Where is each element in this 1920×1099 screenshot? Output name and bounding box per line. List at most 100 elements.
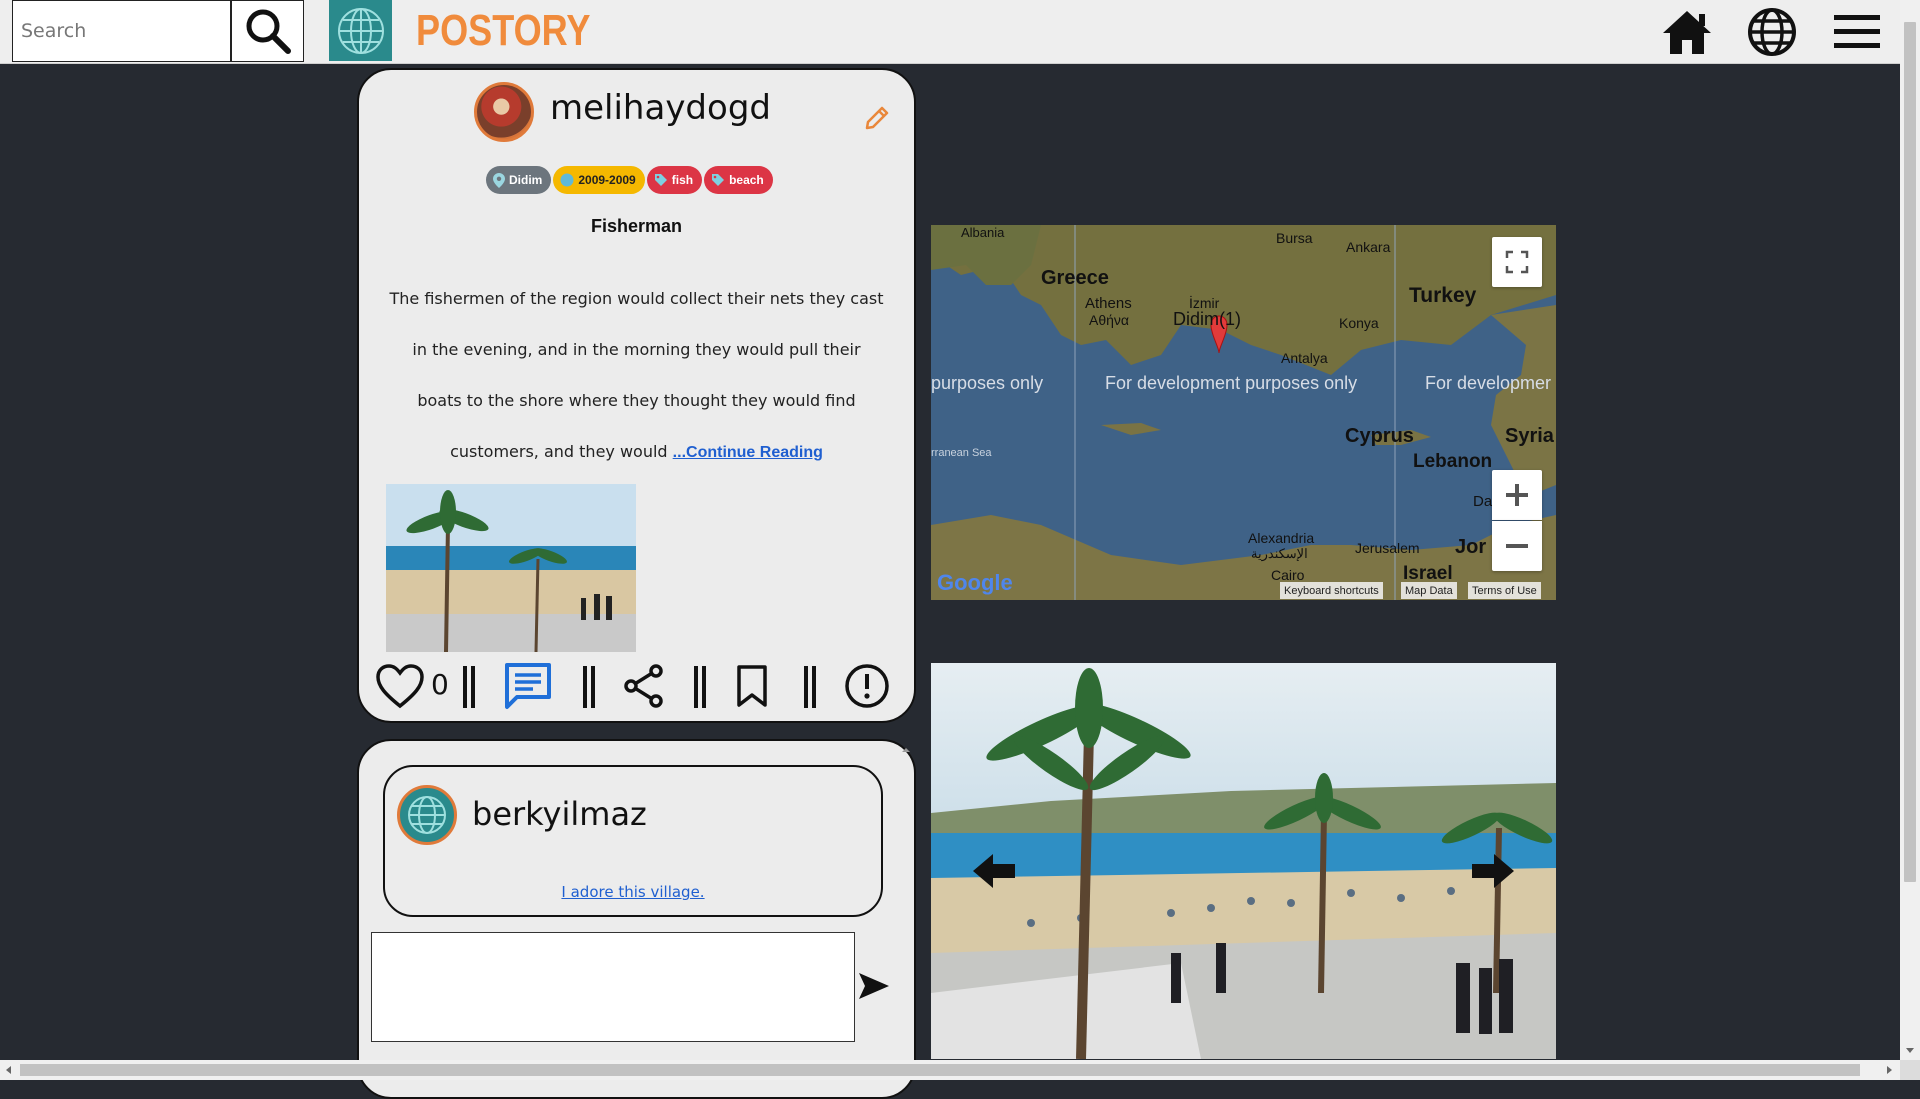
map-fullscreen-button[interactable] [1492,237,1542,287]
map-terms-link[interactable]: Terms of Use [1468,582,1541,599]
keyword-tag-fish[interactable]: fish [646,166,703,194]
google-logo[interactable]: Google [937,570,1013,596]
post-author-avatar[interactable] [474,82,534,142]
post-title: Fisherman [590,216,683,236]
beach-photo-image [931,663,1556,1059]
keyword-tag-label: fish [671,173,694,187]
search-icon [246,9,291,54]
alert-icon [845,664,889,708]
map-widget[interactable]: Albania Greece Athens Αθήνα Bursa Ankara… [931,225,1556,600]
share-icon [624,664,663,708]
comment-button[interactable] [502,658,554,714]
post-author-username[interactable]: melihaydogd [550,88,771,128]
comment-text[interactable]: I adore this village. [385,883,881,901]
map-label: Syria [1505,425,1554,447]
photo-carousel [931,663,1556,1059]
bookmark-button[interactable] [732,658,772,714]
comment-textarea[interactable] [371,932,855,1042]
report-button[interactable] [842,658,892,714]
like-count: 0 [431,668,449,701]
comments-card: berkyilmaz I adore this village. [357,739,916,1099]
map-label: Cairo [1271,567,1305,583]
map-label: Da [1473,493,1493,510]
comment-author-username[interactable]: berkyilmaz [472,795,647,833]
google-logo-text: Google [937,570,1013,595]
fullscreen-icon [1505,250,1529,274]
map-watermark: For developmer [1425,373,1552,393]
map-label: Lebanon [1413,451,1493,472]
brand-name[interactable]: POSTORY [416,6,590,56]
map-label: Albania [961,225,1005,240]
tag-icon [712,174,725,186]
scrollbar-corner [1900,1060,1920,1080]
map-data-link[interactable]: Map Data [1401,582,1457,599]
beach-thumbnail-image [386,484,636,652]
home-button[interactable] [1659,4,1715,60]
post-card: melihaydogd Didim 2009-2009 fish beach F… [357,68,963,723]
search-button[interactable] [231,0,304,62]
map-watermark: purposes only [931,373,1044,393]
tag-icon [654,174,667,186]
map-keyboard-shortcuts-link[interactable]: Keyboard shortcuts [1280,582,1383,599]
post-thumbnail[interactable] [386,484,636,652]
edit-pencil-icon[interactable] [863,104,891,132]
action-separator [580,666,598,708]
horizontal-scroll-thumb[interactable] [20,1064,1860,1076]
map-label: Alexandria [1248,530,1315,546]
globe-logo-icon [337,7,384,54]
scroll-down-icon[interactable] [1904,1046,1916,1056]
map-label: Antalya [1281,350,1328,366]
menu-icon [1834,15,1880,48]
page-horizontal-scrollbar[interactable] [0,1060,1900,1080]
vertical-scroll-thumb[interactable] [1904,22,1916,882]
keyword-tag-beach[interactable]: beach [704,166,773,194]
clock-icon [560,173,574,187]
action-separator [801,666,819,708]
send-icon[interactable] [857,969,891,1003]
search-input[interactable] [12,0,231,62]
comment-icon [505,663,551,709]
post-body: The fishermen of the region would collec… [389,273,884,478]
post-actions-bar: 0 [374,658,963,714]
like-button[interactable] [374,658,426,714]
date-tag[interactable]: 2009-2009 [553,166,645,194]
map-label: Jor [1455,536,1487,558]
explore-button[interactable] [1744,4,1800,60]
post-tags: Didim 2009-2009 fish beach [486,166,773,194]
minus-icon [1506,544,1528,548]
menu-button[interactable] [1829,4,1885,60]
carousel-prev-arrow-icon[interactable] [971,848,1017,894]
date-tag-label: 2009-2009 [578,173,636,187]
action-separator [691,666,709,708]
globe-icon [1748,8,1796,56]
keyword-tag-label: beach [729,173,764,187]
carousel-next-arrow-icon[interactable] [1470,848,1516,894]
scroll-up-icon [902,748,910,752]
location-tag[interactable]: Didim [486,166,552,194]
postory-logo[interactable] [329,0,392,61]
share-button[interactable] [621,658,667,714]
continue-reading-link[interactable]: ...Continue Reading [673,444,823,461]
map-marker-label[interactable]: Didim(1) [1173,309,1241,330]
map-label: Jerusalem [1355,540,1420,556]
map-zoom-out-button[interactable] [1492,521,1542,571]
location-tag-label: Didim [509,173,543,187]
top-navbar: POSTORY [0,0,1900,64]
action-separator [460,666,478,708]
scroll-right-icon[interactable] [1884,1064,1894,1076]
map-label: Cyprus [1345,425,1414,447]
map-label: Turkey [1409,284,1477,307]
map-label: Greece [1041,267,1109,289]
map-label: Bursa [1276,230,1313,246]
map-label: Athens [1085,295,1132,312]
page-vertical-scrollbar[interactable] [1900,0,1920,1060]
map-label: Ankara [1346,239,1391,255]
map-zoom-in-button[interactable] [1492,470,1542,520]
globe-logo-icon [408,796,446,834]
map-label: الإسكندرية [1251,546,1308,561]
comments-scrollbar[interactable] [898,741,914,1061]
bookmark-icon [737,665,767,707]
scroll-left-icon[interactable] [4,1064,14,1076]
heart-icon [376,664,424,709]
comment-author-avatar[interactable] [397,785,457,845]
